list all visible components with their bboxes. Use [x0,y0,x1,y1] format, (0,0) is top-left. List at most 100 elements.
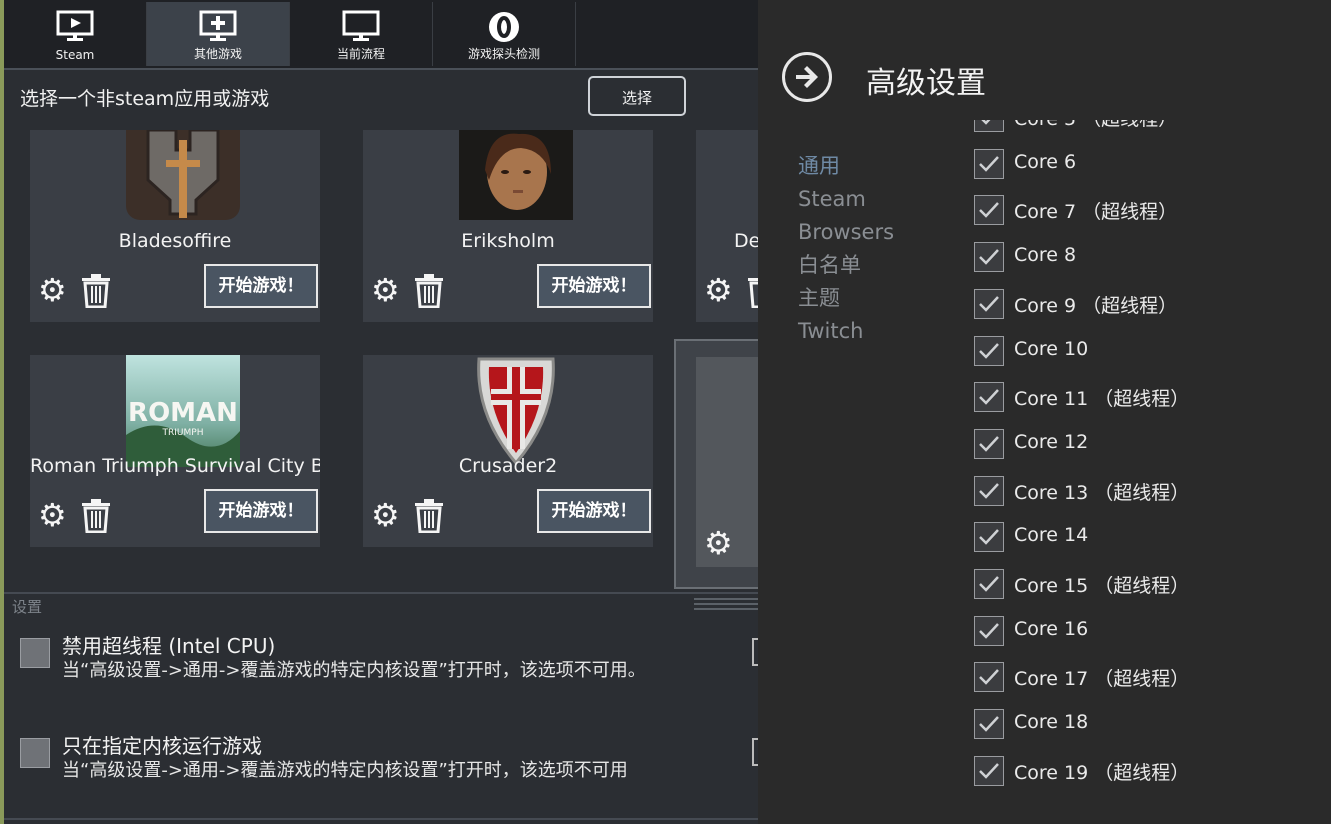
core-label: Core 15 （超线程） [1014,575,1190,597]
option-description: 当“高级设置->通用->覆盖游戏的特定内核设置”打开时，该选项不可用。 [62,660,646,681]
option-title: 禁用超线程 (Intel CPU) [62,634,276,658]
checkmark-icon [979,762,999,779]
menu-icon[interactable] [694,598,758,612]
core-checkbox[interactable] [974,195,1004,226]
core-checkbox[interactable] [974,709,1004,740]
gear-icon[interactable]: ⚙ [704,274,733,306]
tab-game-probe[interactable]: 游戏探头检测 [433,2,576,66]
core-list: Core 5 （超线程） Core 6 Core 7 （超线程） Core 8 Core… [972,120,1322,824]
back-button[interactable] [782,52,832,102]
core-label: Core 8 [1014,244,1077,267]
divider [4,592,758,594]
core-checkbox[interactable] [974,242,1004,273]
trash-icon[interactable] [413,499,445,533]
checkmark-icon [979,155,999,172]
disable-hyperthreading-checkbox[interactable] [20,638,50,668]
select-button[interactable]: 选择 [588,76,686,116]
tab-other-games[interactable]: 其他游戏 [147,2,290,66]
game-title: Eriksholm [461,230,555,252]
start-game-button[interactable]: 开始游戏！ [204,264,318,308]
checkmark-icon [979,622,999,639]
tab-steam[interactable]: Steam [4,2,147,66]
monitor-play-icon [56,10,94,41]
checkmark-icon [979,669,999,686]
specified-cores-checkbox[interactable] [20,738,50,768]
core-checkbox[interactable] [974,615,1004,646]
tab-label: 其他游戏 [193,47,242,61]
tab-label: Steam [55,48,95,62]
core-checkbox[interactable] [974,335,1004,366]
checkmark-icon [979,389,999,405]
monitor-plus-icon [199,10,237,41]
core-checkbox[interactable] [974,522,1004,553]
game-title: De [734,230,758,252]
start-game-button[interactable]: 开始游戏！ [537,489,651,533]
gear-icon[interactable]: ⚙ [38,499,67,531]
settings-nav: 通用 Steam Browsers 白名单 主题 Twitch [798,150,894,348]
game-thumbnail [459,130,573,220]
settings-heading: 设置 [12,598,43,616]
select-prompt: 选择一个非steam应用或游戏 [20,88,270,110]
game-card[interactable]: Bladesoffire ⚙ 开始游戏！ [30,130,320,322]
core-checkbox[interactable] [974,475,1004,506]
probe-icon [489,12,519,42]
core-label: Core 19 （超线程） [1014,761,1190,784]
arrow-right-icon [796,66,818,88]
nav-item-twitch[interactable]: Twitch [798,315,894,348]
game-title: Crusader2 [458,455,558,477]
checkmark-icon [979,249,999,265]
core-label: Core 7 （超线程） [1014,201,1178,224]
game-title: Bladesoffire [118,230,232,252]
core-checkbox[interactable] [974,662,1004,693]
game-grid: Bladesoffire ⚙ 开始游戏！ Eriksholm ⚙ 开始游戏！ D… [4,130,758,590]
checkmark-icon [979,342,999,359]
checkmark-icon [979,482,999,499]
game-card[interactable]: ROMAN TRIUMPH Roman Triumph Survival City… [30,355,320,547]
core-label: Core 13 （超线程） [1014,481,1190,504]
nav-item-general[interactable]: 通用 [798,150,894,183]
trash-icon[interactable] [746,274,758,308]
core-checkbox[interactable] [974,382,1004,413]
start-game-button[interactable]: 开始游戏！ [204,489,318,533]
main-panel: Steam 其他游戏 当前流程 游戏探头检测 选择一个非steam应用或游戏 选… [0,0,758,824]
core-checkbox[interactable] [974,428,1004,459]
nav-item-browsers[interactable]: Browsers [798,216,894,249]
gear-icon[interactable]: ⚙ [371,274,400,306]
start-game-button[interactable]: 开始游戏！ [537,264,651,308]
tab-current-flow[interactable]: 当前流程 [290,2,433,66]
advanced-settings-panel: 高级设置 通用 Steam Browsers 白名单 主题 Twitch Cor… [758,0,1331,824]
gear-icon[interactable]: ⚙ [371,499,400,531]
core-checkbox[interactable] [974,288,1004,319]
core-label: Core 16 [1014,617,1089,640]
checkmark-icon [979,436,999,452]
core-checkbox[interactable] [974,755,1004,786]
checkmark-icon [981,120,991,125]
nav-item-steam[interactable]: Steam [798,183,894,216]
core-checkbox[interactable] [974,569,1004,599]
thumb-logo-subtext: TRIUMPH [162,428,204,438]
game-card[interactable]: Eriksholm ⚙ 开始游戏！ [363,130,653,322]
checkmark-icon [979,295,999,312]
monitor-icon [342,10,380,41]
core-label: Core 6 [1014,150,1077,173]
game-card-selected[interactable]: ⚙ [674,339,758,589]
game-card[interactable]: De ⚙ [696,130,758,322]
trash-icon[interactable] [413,274,445,308]
tab-label: 游戏探头检测 [467,47,540,61]
trash-icon[interactable] [80,499,112,533]
tab-label: 当前流程 [336,47,385,61]
game-card[interactable]: Crusader2 ⚙ 开始游戏！ [363,355,653,547]
nav-item-theme[interactable]: 主题 [798,282,894,315]
trash-icon[interactable] [80,274,112,308]
game-thumbnail [126,130,240,220]
core-label: Core 5 （超线程） [1014,120,1177,131]
core-checkbox[interactable] [974,148,1004,179]
panel-title: 高级设置 [866,66,986,101]
nav-item-whitelist[interactable]: 白名单 [798,249,894,282]
top-tab-bar: Steam 其他游戏 当前流程 游戏探头检测 [4,0,758,70]
gear-icon[interactable]: ⚙ [704,527,733,559]
gear-icon[interactable]: ⚙ [38,274,67,306]
core-checkbox[interactable] [974,120,1004,132]
checkmark-icon [979,716,999,732]
core-label: Core 14 [1014,524,1089,547]
